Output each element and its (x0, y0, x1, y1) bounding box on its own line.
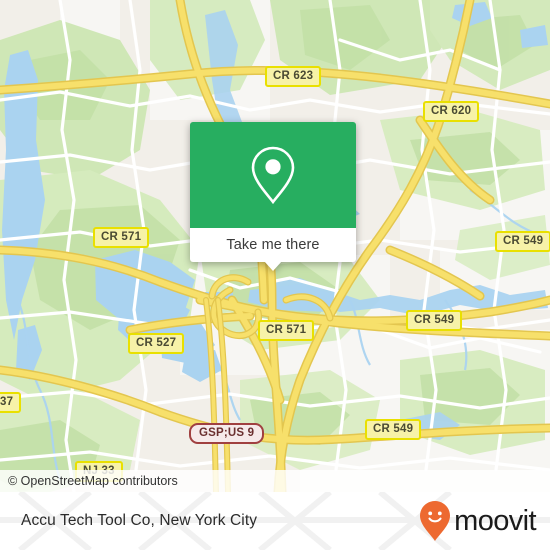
road-shield: GSP;US 9 (189, 423, 265, 444)
moovit-wordmark: moovit (454, 504, 536, 537)
callout-image-area (190, 122, 356, 228)
location-callout-card[interactable]: Take me there (190, 122, 356, 271)
place-title: Accu Tech Tool Co, New York City (21, 512, 258, 529)
moovit-logo[interactable]: moovit (419, 492, 537, 550)
road-shield: CR 571 (93, 227, 150, 248)
road-shield: CR 549 (495, 231, 550, 252)
map-screenshot: CR 623 CR 620 CR 571 CR 549 CR 549 CR 57… (0, 0, 550, 550)
road-shield: CR 620 (423, 101, 480, 122)
road-shield: CR 549 (406, 310, 463, 331)
road-shield: CR 623 (265, 66, 322, 87)
moovit-pin-smile-icon (420, 501, 451, 541)
map-pin-icon (251, 146, 295, 205)
map-canvas[interactable]: CR 623 CR 620 CR 571 CR 549 CR 549 CR 57… (0, 0, 550, 492)
footer-bar: Accu Tech Tool Co, New York City moovit (0, 492, 550, 550)
take-me-there-button[interactable]: Take me there (190, 228, 356, 262)
road-shield: CR 549 (365, 419, 422, 440)
osm-attribution[interactable]: © OpenStreetMap contributors (0, 470, 550, 492)
road-shield: CR 571 (258, 320, 315, 341)
road-shield: 37 (0, 392, 22, 413)
road-shield: CR 527 (128, 333, 185, 354)
take-me-there-label: Take me there (226, 237, 320, 253)
callout-pointer (264, 261, 282, 271)
